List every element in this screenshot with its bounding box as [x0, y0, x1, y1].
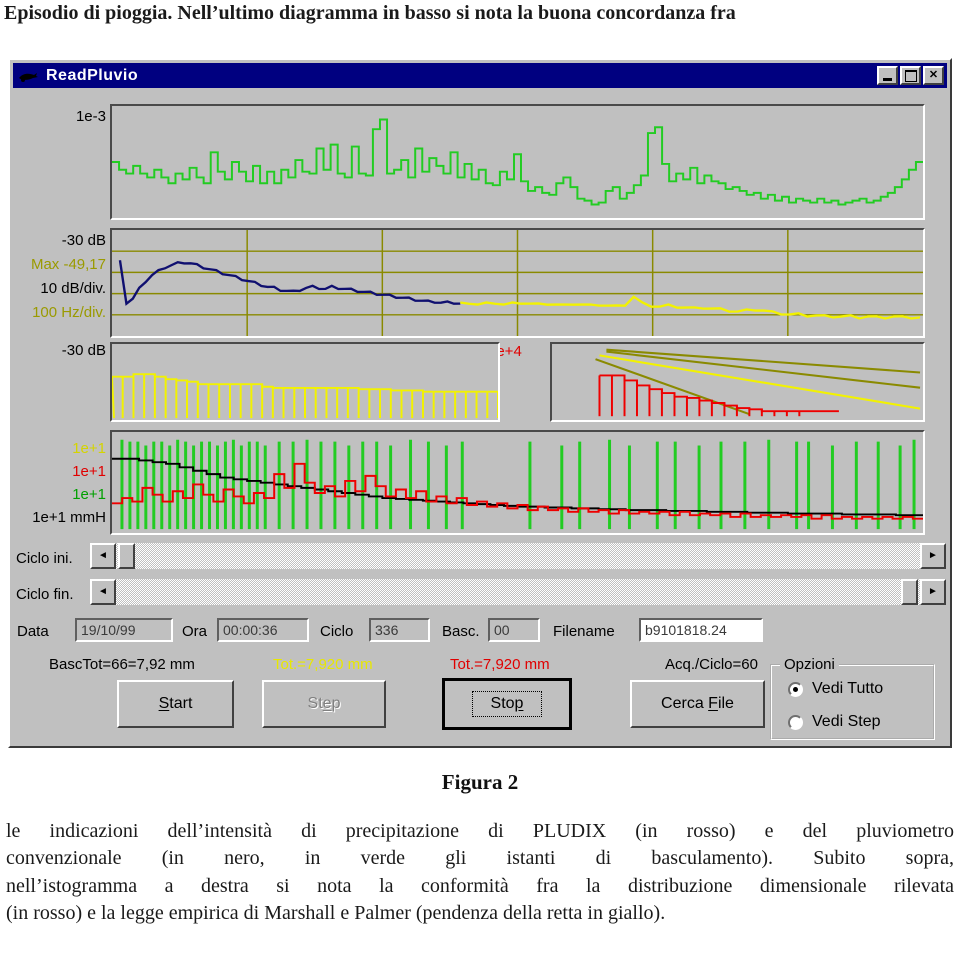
- scrollbar-ciclo-fin[interactable]: ◄ ►: [90, 579, 946, 605]
- plot-size-distribution-right: [550, 342, 925, 422]
- scrollbar-label-ciclo-ini: Ciclo ini.: [16, 550, 73, 567]
- stat-acq-ciclo: Acq./Ciclo=60: [665, 656, 758, 673]
- document-bottom-text: le indicazioni dell’intensità di precipi…: [6, 818, 954, 928]
- field-filename[interactable]: b9101818.24: [639, 618, 763, 642]
- start-button[interactable]: Start: [117, 680, 234, 728]
- plot-rain-intensity-top: [110, 104, 925, 220]
- radio-vedi-step[interactable]: Vedi Step: [788, 713, 881, 731]
- scrollbar-thumb-ciclo-fin[interactable]: [901, 579, 918, 605]
- spectrum-gridlines: [112, 230, 923, 336]
- body-line-1: le indicazioni dell’intensità di precipi…: [6, 820, 954, 842]
- axis-label-plot2-top: -30 dB: [61, 232, 106, 249]
- label-filename: Filename: [553, 623, 615, 640]
- axis-label-plot4-yellow: 1e+1: [72, 440, 106, 457]
- label-basc: Basc.: [442, 623, 480, 640]
- body-line-2: convenzionale (in nero, in verde gli ist…: [6, 847, 954, 870]
- axis-label-plot1-top: 1e-3: [75, 108, 106, 125]
- step-button[interactable]: Step: [262, 680, 386, 728]
- step-button-label: Step: [307, 695, 341, 712]
- figure-caption: Figura 2: [441, 770, 519, 794]
- minimize-button[interactable]: [877, 66, 898, 85]
- marshall-palmer-lines: [595, 348, 921, 416]
- scrollbar-left-arrow-ciclo-fin[interactable]: ◄: [90, 579, 116, 605]
- axis-label-plot4-black: 1e+1 mmH: [32, 509, 106, 526]
- axis-label-plot4-green: 1e+1: [72, 486, 106, 503]
- scrollbar-ciclo-ini[interactable]: ◄ ►: [90, 543, 946, 569]
- cerca-file-button[interactable]: Cerca File: [630, 680, 765, 728]
- body-line-3: nell’istogramma a destra si nota la conf…: [6, 874, 954, 897]
- scrollbar-left-arrow-ciclo-ini[interactable]: ◄: [90, 543, 116, 569]
- field-basc[interactable]: 00: [488, 618, 540, 642]
- title-bar[interactable]: ReadPluvio ✕: [13, 63, 947, 88]
- axis-label-plot2-db-div: 10 dB/div.: [40, 280, 106, 297]
- document-top-text: Episodio di pioggia. Nell’ultimo diagram…: [4, 2, 956, 26]
- yellow-histogram-bars: [112, 373, 498, 419]
- label-ciclo: Ciclo: [320, 623, 354, 640]
- radio-vedi-tutto[interactable]: Vedi Tutto: [788, 680, 883, 698]
- tipping-instant-spikes: [120, 439, 916, 530]
- field-ciclo[interactable]: 336: [369, 618, 430, 642]
- stat-tot-red: Tot.=7,920 mm: [450, 656, 550, 673]
- plot-rain-rate-bottom: [110, 430, 925, 535]
- field-ora[interactable]: 00:00:36: [217, 618, 309, 642]
- radio-dot-selected-icon: [788, 681, 803, 697]
- radio-vedi-tutto-label: Vedi Tutto: [812, 680, 884, 697]
- window-controls: ✕: [877, 66, 947, 85]
- stat-basctot: BascTot=66=7,92 mm: [49, 656, 195, 673]
- plot-spectrum: [110, 228, 925, 338]
- radio-vedi-step-label: Vedi Step: [812, 713, 881, 730]
- stop-button-label: Stop: [471, 691, 543, 717]
- body-line-4: (in rosso) e la legge empirica di Marsha…: [6, 902, 666, 925]
- axis-label-plot2-max: Max -49,17: [30, 256, 106, 273]
- radio-dot-unselected-icon: [788, 714, 803, 730]
- stop-button[interactable]: Stop: [442, 678, 572, 730]
- stat-tot-yellow: Tot.=7,920 mm: [273, 656, 373, 673]
- start-button-label: Start: [158, 695, 193, 712]
- scrollbar-thumb-ciclo-ini[interactable]: [118, 543, 135, 569]
- close-button[interactable]: ✕: [923, 66, 944, 85]
- readpluvio-window: ReadPluvio ✕ 1e-3 -30 dB Max -49,17 10 d…: [8, 58, 952, 748]
- axis-label-plot4-red: 1e+1: [72, 463, 106, 480]
- label-ora: Ora: [182, 623, 208, 640]
- axis-label-plot3-top: -30 dB: [61, 342, 106, 359]
- opzioni-group-title: Opzioni: [780, 656, 839, 673]
- scrollbar-right-arrow-ciclo-ini[interactable]: ►: [920, 543, 946, 569]
- window-title: ReadPluvio: [46, 66, 139, 84]
- plot-histogram-left: [110, 342, 500, 422]
- field-data[interactable]: 19/10/99: [75, 618, 173, 642]
- top-text-line: Episodio di pioggia. Nell’ultimo diagram…: [4, 2, 736, 24]
- label-data: Data: [17, 623, 49, 640]
- pluvio-icon: [17, 67, 39, 85]
- maximize-button[interactable]: [900, 66, 921, 85]
- cerca-file-button-label: Cerca File: [661, 695, 734, 712]
- scrollbar-right-arrow-ciclo-fin[interactable]: ►: [920, 579, 946, 605]
- axis-label-plot2-hz-div: 100 Hz/div.: [32, 304, 106, 321]
- scrollbar-label-ciclo-fin: Ciclo fin.: [16, 586, 74, 603]
